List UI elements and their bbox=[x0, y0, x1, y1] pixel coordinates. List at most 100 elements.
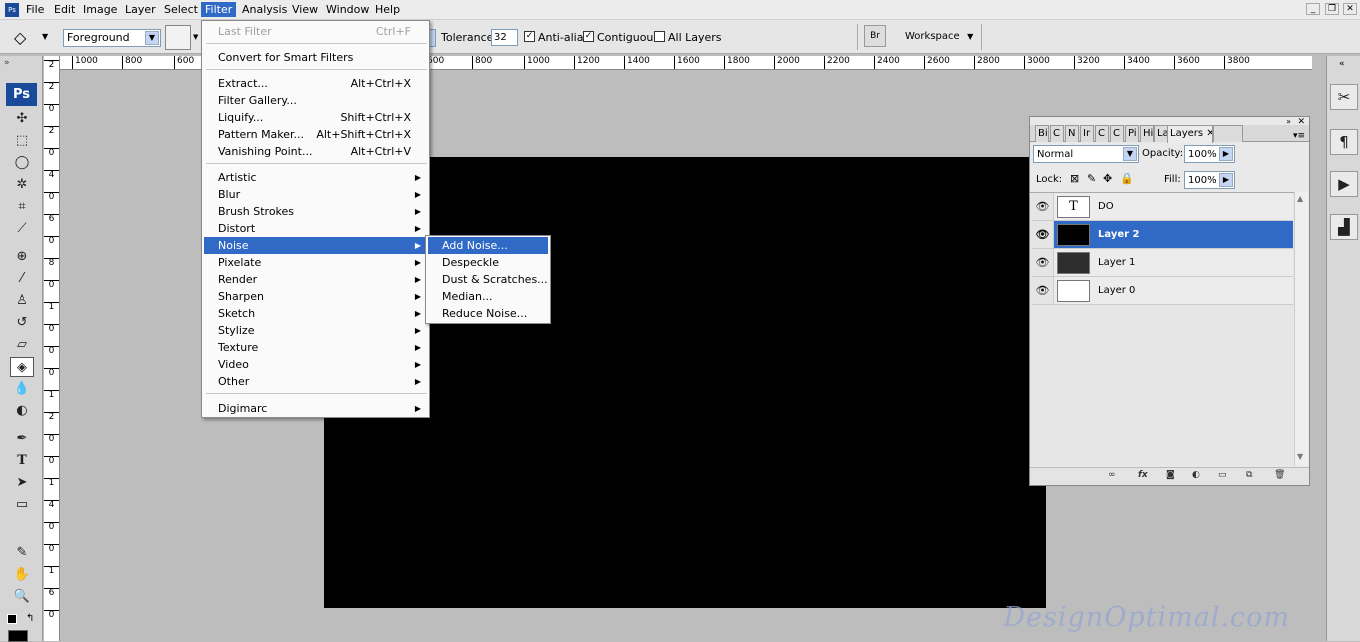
submenu-item[interactable]: Add Noise... bbox=[428, 237, 548, 254]
minimize-icon[interactable]: _ bbox=[1306, 3, 1320, 15]
menu-select[interactable]: Select bbox=[160, 2, 202, 17]
menu-edit[interactable]: Edit bbox=[50, 2, 79, 17]
menu-item-filter[interactable]: Pattern Maker... Alt+Shift+Ctrl+X bbox=[204, 126, 427, 143]
menu-item-blur[interactable]: Blur ▶ bbox=[204, 186, 427, 203]
menu-layer[interactable]: Layer bbox=[121, 2, 160, 17]
panel-tab[interactable]: C bbox=[1110, 125, 1124, 142]
shape-tool-icon[interactable]: ▭ bbox=[10, 495, 34, 515]
menu-item-other[interactable]: Other ▶ bbox=[204, 373, 427, 390]
paint-bucket-tool-icon[interactable]: ◈ bbox=[10, 357, 34, 377]
menu-item-pixelate[interactable]: Pixelate ▶ bbox=[204, 254, 427, 271]
blend-mode-select[interactable]: Normal ▼ bbox=[1033, 145, 1139, 163]
new-group-icon[interactable]: ▭ bbox=[1218, 470, 1227, 480]
marquee-tool-icon[interactable]: ⬚ bbox=[10, 131, 34, 151]
visibility-eye-icon[interactable]: 👁 bbox=[1032, 249, 1054, 276]
magic-wand-tool-icon[interactable]: ✲ bbox=[10, 175, 34, 195]
panel-menu-icon[interactable]: ▾≡ bbox=[1293, 131, 1305, 141]
restore-icon[interactable]: ❐ bbox=[1325, 3, 1339, 15]
new-layer-icon[interactable]: ⧉ bbox=[1246, 470, 1252, 480]
fill-source-select[interactable]: Foreground ▼ bbox=[63, 29, 161, 47]
submenu-item[interactable]: Median... bbox=[428, 288, 548, 305]
menu-item-stylize[interactable]: Stylize ▶ bbox=[204, 322, 427, 339]
actions-icon[interactable]: ▶ bbox=[1330, 171, 1358, 197]
menu-filter[interactable]: Filter bbox=[201, 2, 237, 17]
contiguous-checkbox[interactable]: ✓ bbox=[583, 31, 594, 42]
all-layers-checkbox[interactable] bbox=[654, 31, 665, 42]
menu-item-digimarc[interactable]: Digimarc ▶ bbox=[204, 400, 427, 417]
menu-item-artistic[interactable]: Artistic ▶ bbox=[204, 169, 427, 186]
collapse-icon[interactable]: » bbox=[4, 58, 10, 68]
menu-item-filter[interactable]: Extract... Alt+Ctrl+X bbox=[204, 75, 427, 92]
close-icon[interactable]: ✕ bbox=[1203, 128, 1212, 139]
menu-window[interactable]: Window bbox=[322, 2, 373, 17]
lock-transparency-icon[interactable]: ⊠ bbox=[1070, 172, 1079, 185]
default-colors-icon[interactable] bbox=[7, 614, 17, 624]
hand-tool-icon[interactable]: ✋ bbox=[10, 565, 34, 585]
menu-item-filter[interactable]: Filter Gallery... bbox=[204, 92, 427, 109]
panel-tab[interactable] bbox=[1213, 125, 1243, 142]
crop-tool-icon[interactable]: ⌗ bbox=[10, 197, 34, 217]
scroll-up-icon[interactable]: ▲ bbox=[1297, 194, 1303, 203]
menu-item-texture[interactable]: Texture ▶ bbox=[204, 339, 427, 356]
submenu-item[interactable]: Reduce Noise... bbox=[428, 305, 548, 322]
layer-mask-icon[interactable]: ◙ bbox=[1166, 470, 1175, 480]
tool-presets-icon[interactable]: ✂ bbox=[1330, 84, 1358, 110]
layers-scrollbar[interactable]: ▲ ▼ bbox=[1294, 192, 1308, 466]
document-canvas[interactable] bbox=[324, 157, 1046, 608]
blur-tool-icon[interactable]: 💧 bbox=[10, 379, 34, 399]
panel-tab[interactable]: Pi bbox=[1125, 125, 1139, 142]
lock-pixels-icon[interactable]: ✎ bbox=[1087, 172, 1096, 185]
slice-tool-icon[interactable]: ⟋ bbox=[10, 219, 34, 239]
pen-tool-icon[interactable]: ✒ bbox=[10, 429, 34, 449]
menu-item-sharpen[interactable]: Sharpen ▶ bbox=[204, 288, 427, 305]
eyedropper-tool-icon[interactable]: ✎ bbox=[10, 543, 34, 563]
menu-file[interactable]: File bbox=[22, 2, 48, 17]
submenu-item[interactable]: Dust & Scratches... bbox=[428, 271, 548, 288]
menu-view[interactable]: View bbox=[288, 2, 322, 17]
lock-all-icon[interactable]: 🔒 bbox=[1120, 172, 1134, 185]
foreground-color-swatch[interactable] bbox=[8, 630, 28, 642]
brush-tool-icon[interactable]: ⁄ bbox=[10, 269, 34, 289]
menu-item-brush-strokes[interactable]: Brush Strokes ▶ bbox=[204, 203, 427, 220]
menu-item-filter[interactable]: Vanishing Point... Alt+Ctrl+V bbox=[204, 143, 427, 160]
healing-brush-tool-icon[interactable]: ⊕ bbox=[10, 247, 34, 267]
menu-item-convert-smart-filters[interactable]: Convert for Smart Filters bbox=[204, 49, 427, 66]
eraser-tool-icon[interactable]: ▱ bbox=[10, 335, 34, 355]
tool-preset-arrow-icon[interactable]: ▼ bbox=[42, 32, 48, 41]
history-brush-tool-icon[interactable]: ↺ bbox=[10, 313, 34, 333]
visibility-eye-icon[interactable]: 👁 bbox=[1032, 277, 1054, 304]
layer-row[interactable]: 👁 Layer 1 bbox=[1032, 249, 1293, 277]
layer-style-icon[interactable]: fx bbox=[1138, 470, 1148, 480]
menu-item-noise[interactable]: Noise ▶ bbox=[204, 237, 427, 254]
panel-tab[interactable]: C bbox=[1095, 125, 1109, 142]
menu-item-distort[interactable]: Distort ▶ bbox=[204, 220, 427, 237]
layer-row[interactable]: 👁 Layer 2 bbox=[1032, 221, 1293, 249]
scroll-down-icon[interactable]: ▼ bbox=[1297, 452, 1303, 461]
visibility-eye-icon[interactable]: 👁 bbox=[1032, 193, 1054, 220]
zoom-tool-icon[interactable]: 🔍 bbox=[10, 587, 34, 607]
close-icon[interactable]: ✕ bbox=[1343, 3, 1357, 15]
swap-colors-icon[interactable]: ↰ bbox=[26, 613, 34, 624]
workspace-button[interactable]: Workspace ▼ bbox=[900, 29, 976, 45]
menu-item-video[interactable]: Video ▶ bbox=[204, 356, 427, 373]
fill-input[interactable]: 100% ▶ bbox=[1184, 171, 1235, 189]
delete-layer-icon[interactable]: 🗑 bbox=[1274, 470, 1285, 480]
panel-tab[interactable]: N bbox=[1065, 125, 1079, 142]
opacity-input[interactable]: 100% ▶ bbox=[1184, 145, 1235, 163]
menu-image[interactable]: Image bbox=[79, 2, 121, 17]
paint-bucket-icon[interactable]: ◇ bbox=[14, 28, 26, 47]
menu-analysis[interactable]: Analysis bbox=[238, 2, 291, 17]
lock-position-icon[interactable]: ✥ bbox=[1103, 172, 1112, 185]
panel-tab[interactable]: Ir bbox=[1080, 125, 1094, 142]
pattern-arrow-icon[interactable]: ▼ bbox=[193, 33, 198, 41]
tab-layers[interactable]: Layers ✕ bbox=[1167, 125, 1213, 143]
menu-item-sketch[interactable]: Sketch ▶ bbox=[204, 305, 427, 322]
path-selection-tool-icon[interactable]: ➤ bbox=[10, 473, 34, 493]
submenu-item[interactable]: Despeckle bbox=[428, 254, 548, 271]
layer-row[interactable]: 👁 T DO bbox=[1032, 193, 1293, 221]
panel-tab[interactable]: La bbox=[1154, 125, 1168, 142]
menu-item-render[interactable]: Render ▶ bbox=[204, 271, 427, 288]
antialias-checkbox[interactable]: ✓ bbox=[524, 31, 535, 42]
bridge-icon[interactable]: Br bbox=[864, 25, 886, 47]
paragraph-icon[interactable]: ¶ bbox=[1330, 129, 1358, 155]
